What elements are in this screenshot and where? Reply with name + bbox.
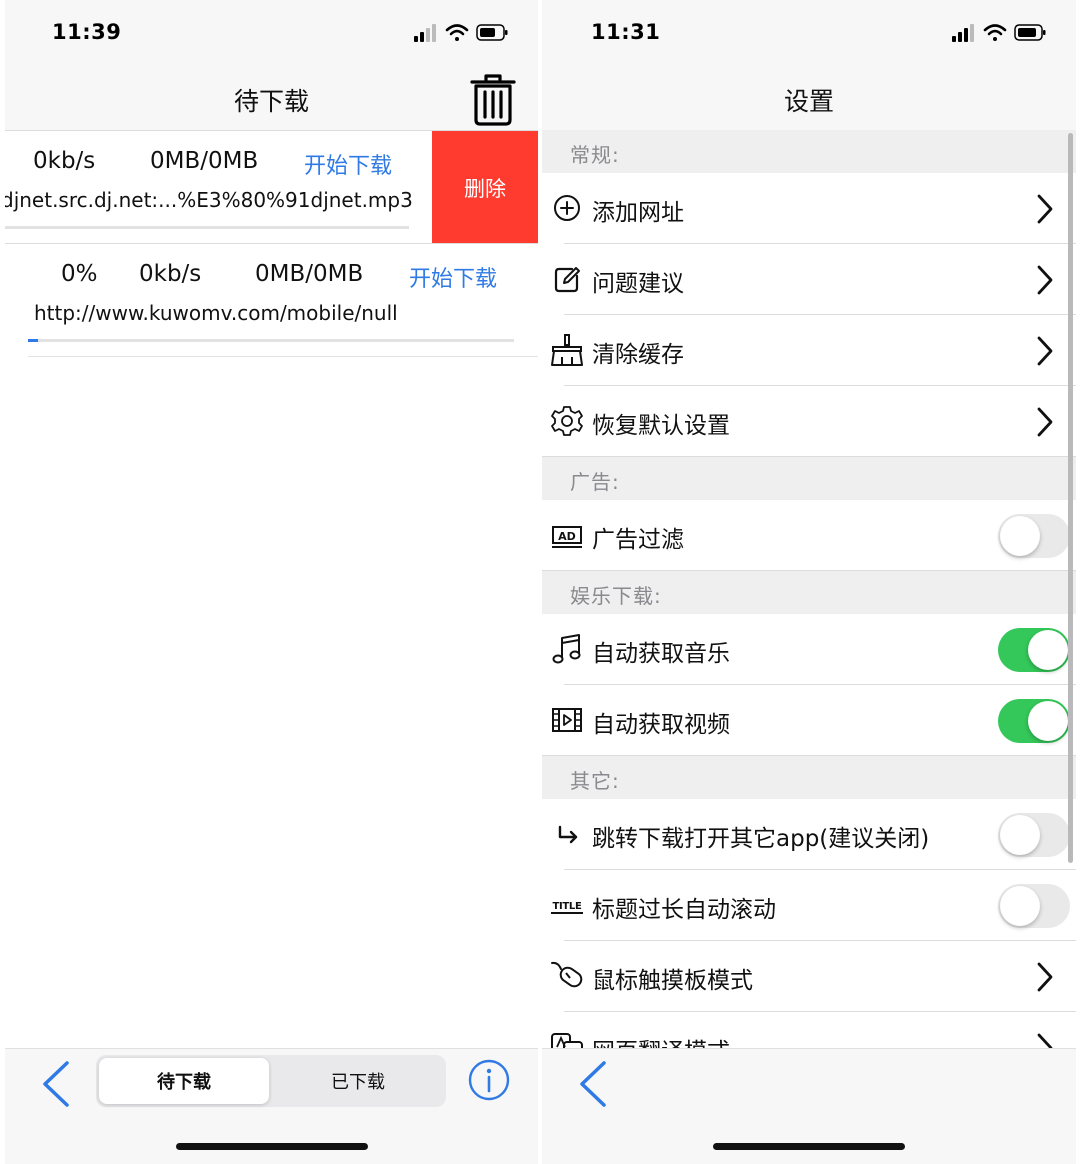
- status-icons: [414, 24, 508, 42]
- return-arrow-icon: [558, 825, 578, 844]
- film-icon: [552, 708, 582, 732]
- gear-icon: [551, 406, 583, 436]
- status-bar: 11:31: [542, 0, 1076, 64]
- download-tab-switcher: 待下载 已下载: [96, 1055, 446, 1107]
- progress-bar: [5, 226, 409, 229]
- mouse-icon: [551, 961, 583, 988]
- settings-screen: 11:31 设置 常规: 添加网址 问题建议 清除缓存 恢复默认设置 广告: A…: [542, 0, 1076, 1164]
- speed-text: 0kb/s: [139, 261, 202, 287]
- settings-row-feedback[interactable]: 问题建议: [542, 244, 1076, 315]
- auto-video-toggle[interactable]: [998, 699, 1070, 743]
- chevron-right-icon: [1037, 407, 1053, 437]
- percent-text: 0%: [61, 261, 98, 287]
- jump-app-toggle[interactable]: [998, 813, 1070, 857]
- url-text: djnet.src.dj.net:...%E3%80%91djnet.mp3: [5, 188, 413, 212]
- status-time: 11:39: [52, 20, 122, 44]
- nav-bar: 待下载: [5, 64, 538, 130]
- auto-music-toggle[interactable]: [998, 628, 1070, 672]
- download-row[interactable]: 0% 0kb/s 0MB/0MB 开始下载 http://www.kuwomv.…: [5, 243, 538, 357]
- status-time: 11:31: [591, 20, 661, 44]
- home-indicator: [175, 1143, 368, 1150]
- delete-button[interactable]: 删除: [432, 131, 538, 244]
- wifi-icon: [983, 24, 1007, 41]
- url-text: http://www.kuwomv.com/mobile/null: [34, 301, 398, 325]
- progress-bar: [28, 339, 514, 342]
- title-text-icon: TITLE: [551, 901, 583, 914]
- start-download-button[interactable]: 开始下载: [304, 148, 392, 180]
- add-circle-icon: [554, 195, 580, 221]
- bottom-toolbar: [542, 1048, 1076, 1164]
- music-note-icon: [552, 634, 581, 664]
- home-indicator: [713, 1143, 905, 1150]
- status-bar: 11:39: [5, 0, 538, 64]
- start-download-button[interactable]: 开始下载: [409, 261, 497, 293]
- size-text: 0MB/0MB: [150, 148, 259, 174]
- settings-row-clear-cache[interactable]: 清除缓存: [542, 315, 1076, 386]
- edit-icon: [554, 267, 580, 293]
- back-chevron-icon[interactable]: [37, 1059, 77, 1109]
- title-scroll-toggle[interactable]: [998, 884, 1070, 928]
- tab-pending[interactable]: 待下载: [99, 1058, 269, 1104]
- chevron-right-icon: [1037, 1033, 1053, 1048]
- chevron-right-icon: [1037, 265, 1053, 295]
- info-icon[interactable]: [468, 1059, 510, 1101]
- back-chevron-icon[interactable]: [574, 1059, 614, 1109]
- ad-filter-toggle[interactable]: [998, 514, 1070, 558]
- chevron-right-icon: [1037, 194, 1053, 224]
- tab-downloaded[interactable]: 已下载: [273, 1058, 443, 1104]
- settings-row-title-scroll[interactable]: TITLE 标题过长自动滚动: [542, 870, 1076, 941]
- page-title: 设置: [783, 87, 834, 116]
- settings-row-restore-defaults[interactable]: 恢复默认设置: [542, 386, 1076, 457]
- section-header-other: 其它:: [542, 756, 1076, 799]
- settings-row-add-url[interactable]: 添加网址: [542, 173, 1076, 244]
- battery-icon: [1014, 24, 1046, 41]
- trash-icon[interactable]: [470, 74, 516, 126]
- download-row[interactable]: 0kb/s 0MB/0MB 开始下载 djnet.src.dj.net:...%…: [5, 130, 538, 244]
- settings-row-auto-music[interactable]: 自动获取音乐: [542, 614, 1076, 685]
- settings-row-mouse-mode[interactable]: 鼠标触摸板模式: [542, 941, 1076, 1012]
- scrollbar[interactable]: [1068, 133, 1073, 863]
- settings-row-ad-filter[interactable]: AD 广告过滤: [542, 500, 1076, 571]
- svg-text:TITLE: TITLE: [552, 901, 582, 912]
- settings-list: 常规: 添加网址 问题建议 清除缓存 恢复默认设置 广告: AD 广告过滤 娱乐…: [542, 130, 1076, 1048]
- size-text: 0MB/0MB: [255, 261, 364, 287]
- status-icons: [952, 24, 1046, 42]
- section-header-general: 常规:: [542, 130, 1076, 173]
- nav-bar: 设置: [542, 64, 1076, 130]
- battery-icon: [476, 24, 508, 41]
- chevron-right-icon: [1037, 962, 1053, 992]
- section-header-ads: 广告:: [542, 457, 1076, 500]
- row-divider: [28, 356, 538, 357]
- translate-icon: [551, 1033, 583, 1048]
- ad-icon: AD: [552, 526, 582, 548]
- download-list: 0kb/s 0MB/0MB 开始下载 djnet.src.dj.net:...%…: [5, 130, 538, 1048]
- chevron-right-icon: [1037, 336, 1053, 366]
- progress-fill: [28, 339, 38, 342]
- settings-row-auto-video[interactable]: 自动获取视频: [542, 685, 1076, 756]
- section-header-media: 娱乐下载:: [542, 571, 1076, 614]
- download-queue-screen: 11:39 待下载 0kb/s 0MB/0MB 开始下载 djnet.src.d…: [5, 0, 538, 1164]
- speed-text: 0kb/s: [33, 148, 96, 174]
- svg-text:AD: AD: [558, 530, 576, 543]
- settings-row-jump-app[interactable]: 跳转下载打开其它app(建议关闭): [542, 799, 1076, 870]
- page-title: 待下载: [233, 87, 309, 116]
- broom-icon: [551, 334, 583, 366]
- wifi-icon: [445, 24, 469, 41]
- signal-icon: [414, 24, 436, 42]
- signal-icon: [952, 24, 974, 42]
- settings-row-translate-mode[interactable]: 网页翻译模式: [542, 1012, 1076, 1048]
- bottom-toolbar: 待下载 已下载: [5, 1048, 538, 1164]
